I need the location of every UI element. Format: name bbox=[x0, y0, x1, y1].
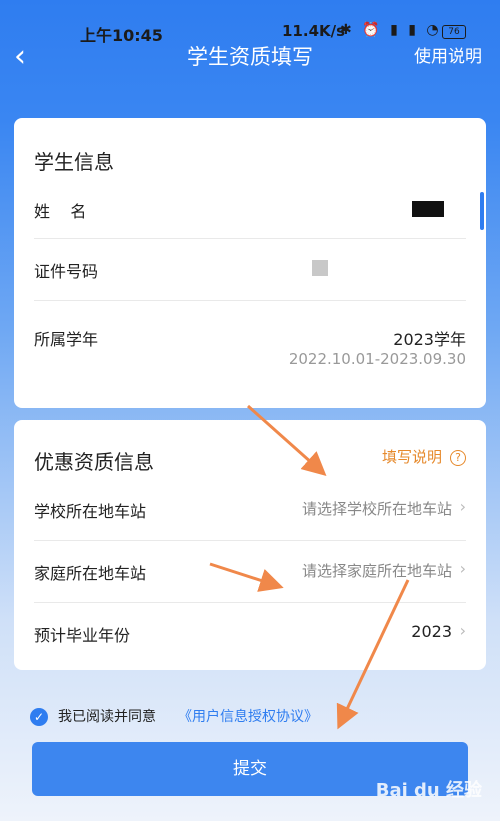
nav-bar: ‹ 学生资质填写 使用说明 bbox=[0, 40, 500, 76]
home-station-label: 家庭所在地车站 bbox=[34, 564, 147, 583]
home-station-row[interactable]: 家庭所在地车站 请选择家庭所在地车站 › bbox=[34, 540, 466, 603]
fill-guide-link[interactable]: 填写说明? bbox=[382, 446, 466, 467]
student-info-title: 学生信息 bbox=[34, 150, 114, 174]
school-year-row: 所属学年 2023学年 2022.10.01-2023.09.30 bbox=[34, 300, 466, 382]
name-row: 姓 名 bbox=[34, 190, 466, 239]
scroll-indicator bbox=[480, 192, 484, 230]
agreement-text: 我已阅读并同意 bbox=[58, 709, 156, 725]
baidu-watermark: Bai du 经验 bbox=[375, 780, 482, 801]
question-icon: ? bbox=[450, 449, 466, 466]
id-number-redaction bbox=[312, 260, 328, 276]
status-icons: ✱ ⏰ ▮ ▮ ◔ bbox=[340, 22, 442, 38]
school-year-period: 2022.10.01-2023.09.30 bbox=[288, 350, 466, 368]
graduation-year-row[interactable]: 预计毕业年份 2023 › bbox=[34, 602, 466, 660]
chevron-right-icon: › bbox=[459, 621, 466, 640]
fill-guide-label: 填写说明 bbox=[381, 448, 442, 466]
school-station-select[interactable]: 请选择学校所在地车站 bbox=[302, 498, 452, 519]
status-bar: 上午10:45 11.4K/s ✱ ⏰ ▮ ▮ ◔ 76 bbox=[0, 0, 500, 45]
name-label: 姓 名 bbox=[34, 202, 87, 221]
status-net-speed: 11.4K/s bbox=[282, 22, 346, 40]
usage-guide-link[interactable]: 使用说明 bbox=[414, 46, 482, 68]
agreement-link[interactable]: 《用户信息授权协议》 bbox=[178, 707, 318, 727]
school-station-label: 学校所在地车站 bbox=[34, 502, 147, 521]
discount-info-card: 优惠资质信息 填写说明? 学校所在地车站 请选择学校所在地车站 › 家庭所在地车… bbox=[14, 420, 486, 670]
student-info-card: 学生信息 姓 名 证件号码 所属学年 2023学年 2022.10.01-202… bbox=[14, 118, 486, 408]
school-year-label: 所属学年 bbox=[34, 330, 99, 349]
home-station-select[interactable]: 请选择家庭所在地车站 bbox=[302, 560, 452, 581]
name-redaction bbox=[412, 201, 444, 217]
battery-icon: 76 bbox=[442, 25, 466, 39]
discount-info-title: 优惠资质信息 bbox=[34, 450, 154, 474]
id-number-label: 证件号码 bbox=[34, 262, 99, 281]
school-year-value: 2023学年 bbox=[393, 330, 466, 349]
graduation-year-value[interactable]: 2023 bbox=[411, 622, 452, 641]
chevron-right-icon: › bbox=[459, 497, 466, 516]
agree-checkbox[interactable]: ✓ bbox=[30, 708, 48, 726]
school-station-row[interactable]: 学校所在地车站 请选择学校所在地车站 › bbox=[34, 478, 466, 541]
graduation-year-label: 预计毕业年份 bbox=[34, 626, 131, 645]
id-number-row: 证件号码 bbox=[34, 238, 466, 301]
chevron-right-icon: › bbox=[459, 559, 466, 578]
